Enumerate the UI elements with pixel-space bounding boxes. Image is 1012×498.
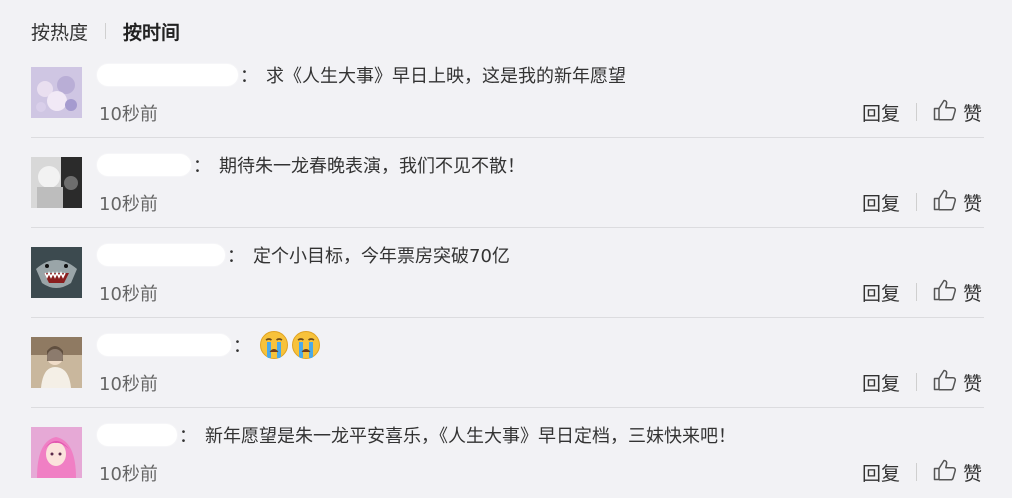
thumbs-up-icon [933, 189, 963, 216]
comment-text: 期待朱一龙春晚表演，我们不见不散！ [219, 156, 525, 177]
comment-content: ： [97, 330, 323, 360]
avatar[interactable] [31, 157, 82, 208]
thumbs-up-icon [933, 99, 963, 126]
comment-text: 求《人生大事》早日上映，这是我的新年愿望 [266, 66, 626, 87]
username-redacted[interactable] [97, 64, 238, 86]
username-redacted[interactable] [97, 334, 231, 356]
reply-button[interactable]: 回复 [862, 369, 900, 396]
comment-text: 定个小目标，今年票房突破70亿 [253, 246, 510, 267]
username-redacted[interactable] [97, 424, 177, 446]
avatar[interactable] [31, 67, 82, 118]
comment-content: ： 期待朱一龙春晚表演，我们不见不散！ [97, 152, 525, 178]
comment-text: 新年愿望是朱一龙平安喜乐，《人生大事》早日定档，三妹快来吧！ [205, 426, 736, 447]
comment-actions: 回复 赞 [862, 458, 982, 486]
comment-timestamp: 10秒前 [99, 194, 158, 215]
tab-divider [105, 23, 107, 39]
like-label: 赞 [962, 462, 982, 485]
like-button[interactable]: 赞 [933, 369, 982, 396]
colon: ： [240, 66, 258, 87]
action-divider [915, 463, 917, 481]
comment-timestamp: 10秒前 [99, 104, 158, 125]
colon: ： [233, 336, 251, 357]
reply-button[interactable]: 回复 [862, 189, 900, 216]
comment-item: ： 10秒前 回复 赞 [0, 318, 1012, 408]
username-redacted[interactable] [97, 154, 191, 176]
comment-item: ： 定个小目标，今年票房突破70亿 10秒前 回复 赞 [0, 228, 1012, 318]
thumbs-up-icon [933, 279, 963, 306]
action-divider [915, 193, 917, 211]
colon: ： [227, 246, 245, 267]
comment-actions: 回复 赞 [862, 368, 982, 396]
reply-button[interactable]: 回复 [862, 459, 900, 486]
colon: ： [193, 156, 211, 177]
reply-button[interactable]: 回复 [862, 279, 900, 306]
tab-sort-by-hot[interactable]: 按热度 [31, 18, 88, 45]
comment-timestamp: 10秒前 [99, 374, 158, 395]
like-label: 赞 [962, 102, 982, 125]
like-button[interactable]: 赞 [933, 459, 982, 486]
username-redacted[interactable] [97, 244, 225, 266]
comment-item: ： 求《人生大事》早日上映，这是我的新年愿望 10秒前 回复 赞 [0, 48, 1012, 138]
avatar[interactable] [31, 337, 82, 388]
crying-face-emoji [260, 331, 288, 359]
crying-face-emoji [292, 331, 320, 359]
avatar[interactable] [31, 247, 82, 298]
like-label: 赞 [962, 372, 982, 395]
comment-actions: 回复 赞 [862, 188, 982, 216]
emoji-group [259, 330, 323, 360]
like-button[interactable]: 赞 [933, 189, 982, 216]
like-label: 赞 [962, 282, 982, 305]
comment-item: ： 期待朱一龙春晚表演，我们不见不散！ 10秒前 回复 赞 [0, 138, 1012, 228]
like-button[interactable]: 赞 [933, 279, 982, 306]
comment-actions: 回复 赞 [862, 98, 982, 126]
comment-content: ： 定个小目标，今年票房突破70亿 [97, 242, 510, 268]
action-divider [915, 373, 917, 391]
comment-content: ： 新年愿望是朱一龙平安喜乐，《人生大事》早日定档，三妹快来吧！ [97, 422, 736, 448]
like-label: 赞 [962, 192, 982, 215]
colon: ： [179, 426, 197, 447]
thumbs-up-icon [933, 459, 963, 486]
tab-sort-by-time[interactable]: 按时间 [123, 18, 180, 45]
sort-tabs: 按热度 按时间 [31, 17, 180, 45]
comment-item: ： 新年愿望是朱一龙平安喜乐，《人生大事》早日定档，三妹快来吧！ 10秒前 回复… [0, 408, 1012, 498]
action-divider [915, 283, 917, 301]
reply-button[interactable]: 回复 [862, 99, 900, 126]
comment-timestamp: 10秒前 [99, 284, 158, 305]
comment-content: ： 求《人生大事》早日上映，这是我的新年愿望 [97, 62, 626, 88]
like-button[interactable]: 赞 [933, 99, 982, 126]
comment-list: ： 求《人生大事》早日上映，这是我的新年愿望 10秒前 回复 赞 ： 期待朱一龙… [0, 48, 1012, 498]
comment-timestamp: 10秒前 [99, 464, 158, 485]
action-divider [915, 103, 917, 121]
thumbs-up-icon [933, 369, 963, 396]
comment-actions: 回复 赞 [862, 278, 982, 306]
avatar[interactable] [31, 427, 82, 478]
